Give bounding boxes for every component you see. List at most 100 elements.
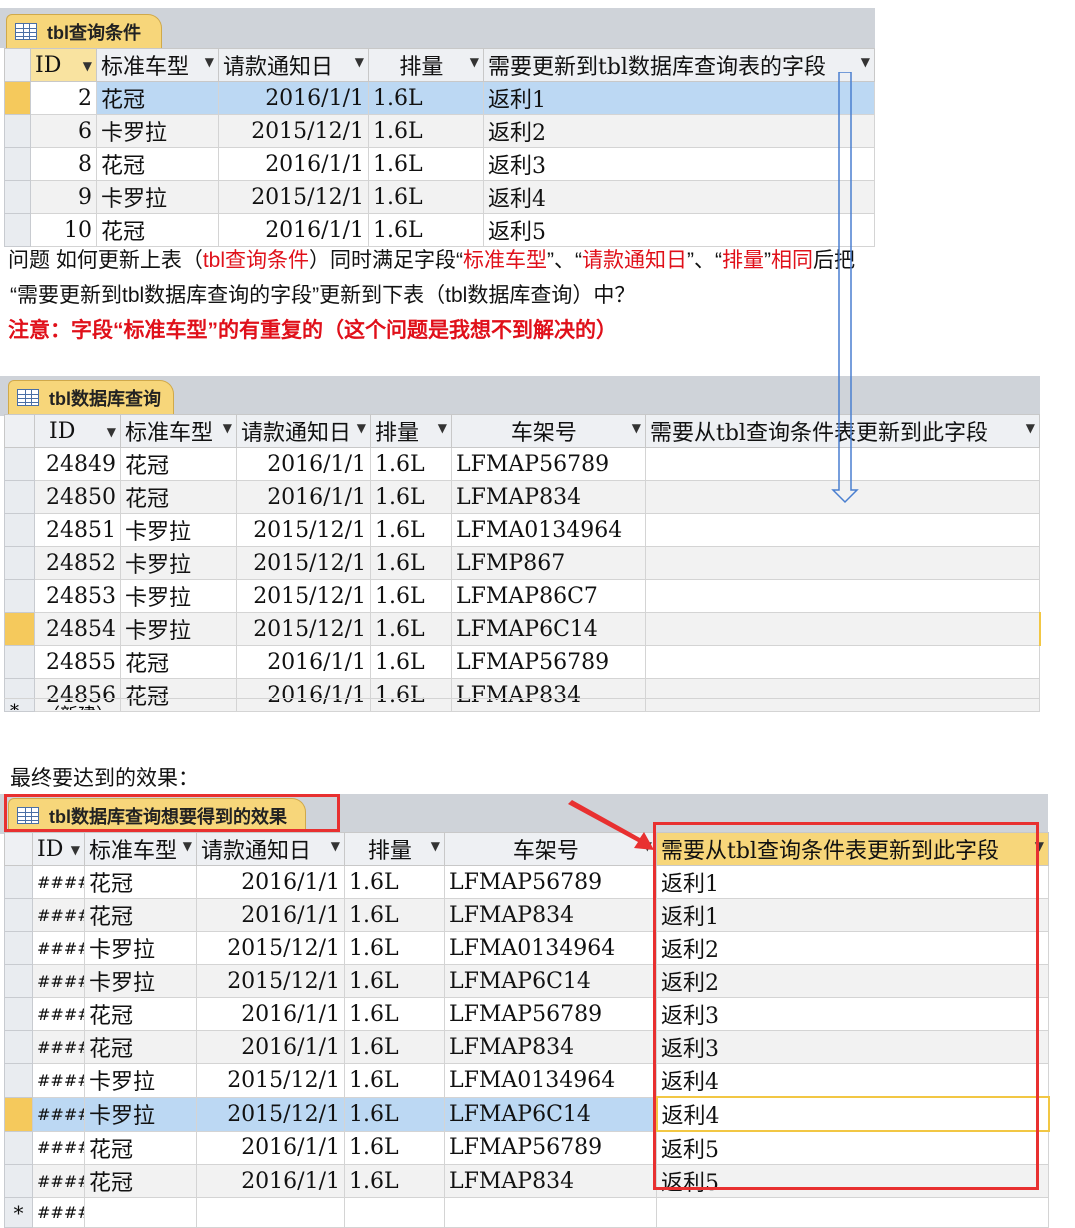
cell-vin[interactable] [444,1197,657,1228]
select-all-corner[interactable] [4,832,33,866]
cell-id[interactable]: #### [32,997,85,1031]
cell-vin[interactable]: LFMAP86C7 [451,579,646,613]
cell-model[interactable]: 花冠 [84,1030,197,1064]
cell-disp[interactable]: 1.6L [344,865,445,899]
cell-model[interactable]: 卡罗拉 [84,1063,197,1098]
cell-field[interactable] [645,612,1041,646]
chevron-down-icon[interactable]: ▼ [357,421,366,435]
cell-field[interactable]: 返利2 [483,114,875,148]
table-row[interactable]: 24855 花冠 2016/1/1 1.6L LFMAP56789 [4,645,1040,679]
cell-date[interactable]: 2015/12/1 [196,1096,345,1132]
cell-model[interactable]: 卡罗拉 [120,513,237,547]
cell-id[interactable]: 24849 [34,447,121,481]
select-all-corner[interactable] [4,414,35,448]
cell-model[interactable]: 卡罗拉 [84,931,197,965]
cell-field[interactable]: 返利1 [483,81,875,115]
table-row[interactable]: 9 卡罗拉 2015/12/1 1.6L 返利4 [4,180,875,214]
cell-id[interactable]: #### [32,865,85,899]
chevron-down-icon[interactable]: ▼ [331,839,340,853]
cell-id[interactable]: #### [32,1063,85,1098]
table-row[interactable]: 8 花冠 2016/1/1 1.6L 返利3 [4,147,875,181]
cell-model[interactable]: 花冠 [120,480,237,514]
chevron-down-icon[interactable]: ▼ [223,421,232,435]
chevron-down-icon[interactable]: ▼ [107,425,116,439]
column-header[interactable]: 需要更新到tbl数据库查询表的字段 ▼ [483,48,875,82]
cell-disp[interactable]: 1.6L [370,612,452,646]
record-selector[interactable] [4,1063,33,1098]
cell-vin[interactable]: LFMAP6C14 [444,1096,657,1132]
cell-id[interactable]: 6 [30,114,97,148]
cell-disp[interactable]: 1.6L [368,180,484,214]
table-row[interactable]: 24851 卡罗拉 2015/12/1 1.6L LFMA0134964 [4,513,1040,547]
cell-date[interactable]: 2015/12/1 [218,180,369,214]
cell-model[interactable]: 卡罗拉 [84,1096,197,1132]
cell-date[interactable]: 2016/1/1 [196,1164,345,1198]
cell-vin[interactable]: LFMA0134964 [451,513,646,547]
cell-field[interactable] [645,513,1040,547]
record-selector[interactable] [4,898,33,932]
cell-date[interactable]: 2015/12/1 [236,612,371,646]
chevron-down-icon[interactable]: ▼ [83,59,92,73]
record-selector[interactable] [4,447,35,481]
cell-date[interactable]: 2016/1/1 [236,447,371,481]
column-header[interactable]: 标准车型 ▼ [96,48,219,82]
cell-disp[interactable]: 1.6L [344,1130,445,1165]
cell-model[interactable] [84,1197,197,1228]
cell-vin[interactable]: LFMAP56789 [444,865,657,899]
column-header[interactable]: 请款通知日 ▼ [236,414,371,448]
chevron-down-icon[interactable]: ▼ [431,839,440,853]
cell-disp[interactable]: 1.6L [368,81,484,115]
record-selector[interactable] [4,997,33,1031]
cell-date[interactable]: 2016/1/1 [196,997,345,1031]
table-row[interactable]: 10 花冠 2016/1/1 1.6L 返利5 [4,213,875,247]
cell-model[interactable]: 花冠 [84,1130,197,1165]
record-selector[interactable] [4,579,35,613]
cell-vin[interactable]: LFMAP6C14 [451,612,646,646]
new-record-row[interactable]: * #### [4,1197,1049,1228]
cell-disp[interactable]: 1.6L [344,997,445,1031]
cell-vin[interactable]: LFMAP56789 [451,447,646,481]
cell-date[interactable]: 2015/12/1 [196,931,345,965]
cell-disp[interactable]: 1.6L [368,213,484,247]
cell-disp[interactable]: 1.6L [370,480,452,514]
chevron-down-icon[interactable]: ▼ [355,55,364,69]
record-selector[interactable] [4,114,31,148]
cell-date[interactable]: 2016/1/1 [236,480,371,514]
cell-model[interactable]: 花冠 [84,997,197,1031]
record-selector[interactable] [4,865,33,899]
chevron-down-icon[interactable]: ▼ [205,55,214,69]
record-selector[interactable] [4,480,35,514]
record-selector[interactable] [4,1030,33,1064]
table-row[interactable]: 24852 卡罗拉 2015/12/1 1.6L LFMP867 [4,546,1040,580]
record-selector[interactable] [4,546,35,580]
cell-id[interactable]: #### [32,1164,85,1198]
table2-tab[interactable]: tbl数据库查询 [8,380,174,414]
cell-disp[interactable]: 1.6L [370,579,452,613]
cell-vin[interactable]: LFMA0134964 [444,1063,657,1098]
chevron-down-icon[interactable]: ▼ [438,421,447,435]
cell-disp[interactable]: 1.6L [344,898,445,932]
cell-model[interactable]: 花冠 [96,81,219,115]
cell-field[interactable] [656,1197,1049,1228]
column-header[interactable]: 车架号▼ [451,414,646,448]
cell-date[interactable]: 2016/1/1 [218,147,369,181]
cell-field[interactable] [645,579,1040,613]
table-row[interactable]: 2 花冠 2016/1/1 1.6L 返利1 [4,81,875,115]
record-selector[interactable] [4,964,33,998]
cell-id[interactable]: 24853 [34,579,121,613]
cell-vin[interactable]: LFMA0134964 [444,931,657,965]
cell-date[interactable]: 2016/1/1 [218,213,369,247]
cell-vin[interactable]: LFMP867 [451,546,646,580]
column-header[interactable]: ID ▼ [32,832,85,866]
column-header[interactable]: 排量 ▼ [368,48,484,82]
cell-vin[interactable]: LFMAP834 [444,898,657,932]
table2-new-row[interactable]: * （新建） [4,698,1039,710]
table1-tab[interactable]: tbl查询条件 [6,14,162,48]
cell-date[interactable]: 2015/12/1 [218,114,369,148]
cell-date[interactable]: 2016/1/1 [196,1130,345,1165]
cell-id[interactable]: 24855 [34,645,121,679]
chevron-down-icon[interactable]: ▼ [470,55,479,69]
cell-model[interactable]: 卡罗拉 [96,114,219,148]
cell-disp[interactable]: 1.6L [368,114,484,148]
cell-id[interactable]: 24854 [34,612,121,646]
